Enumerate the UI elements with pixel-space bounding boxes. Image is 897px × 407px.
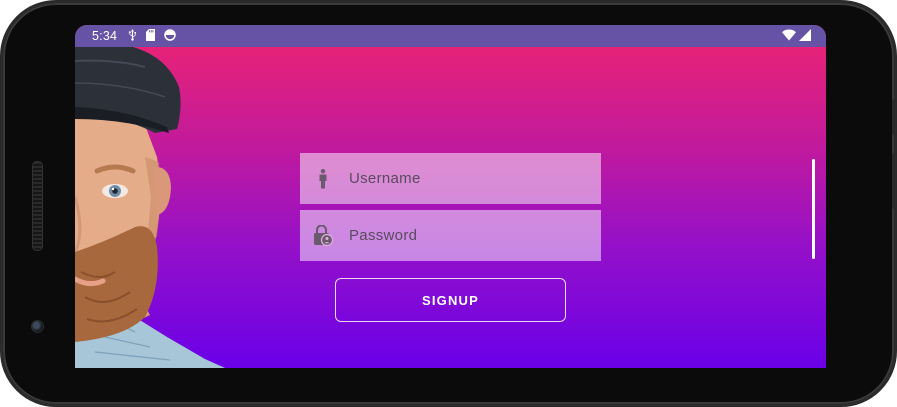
cellular-signal-icon xyxy=(799,29,811,44)
sd-card-icon xyxy=(146,28,156,44)
signup-button[interactable]: SIGNUP xyxy=(335,278,566,322)
lock-account-icon xyxy=(313,225,333,246)
status-notification-icons xyxy=(128,28,176,44)
volume-button[interactable] xyxy=(892,99,897,135)
power-button[interactable] xyxy=(892,153,897,209)
usb-icon xyxy=(128,28,137,44)
status-time: 5:34 xyxy=(92,29,118,43)
username-field[interactable]: Username xyxy=(300,153,601,204)
app-screen: 5:34 Username Password SIGNUP xyxy=(75,25,826,368)
password-input[interactable]: Password xyxy=(349,227,417,244)
phone-frame: 5:34 Username Password SIGNUP xyxy=(0,0,897,407)
username-input[interactable]: Username xyxy=(349,170,421,187)
status-bar: 5:34 xyxy=(75,25,826,47)
sync-icon xyxy=(164,28,176,44)
status-system-icons xyxy=(782,29,811,44)
scrollbar[interactable] xyxy=(812,159,815,259)
wifi-icon xyxy=(782,29,796,44)
password-field[interactable]: Password xyxy=(300,210,601,261)
person-icon xyxy=(313,168,333,189)
front-camera xyxy=(31,320,44,333)
speaker-grille xyxy=(32,161,43,251)
man-portrait-image xyxy=(75,47,225,368)
